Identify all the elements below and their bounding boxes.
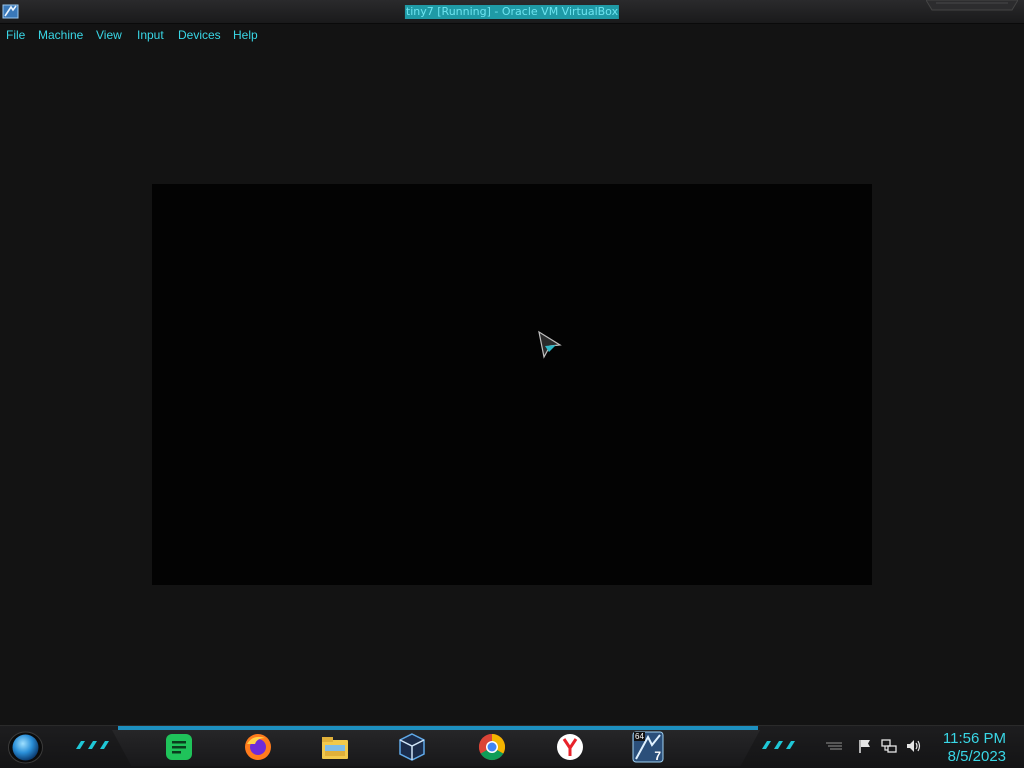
vm-screen[interactable] [152, 184, 872, 585]
network-icon[interactable] [881, 738, 897, 754]
show-hidden-icons-icon[interactable] [824, 738, 844, 754]
vm-badge-7: 7 [654, 749, 661, 763]
yandex-browser-icon[interactable] [555, 732, 585, 762]
clock-time: 11:56 PM [942, 730, 1006, 747]
clock-date: 8/5/2023 [947, 748, 1006, 765]
menu-bar: File Machine View Input Devices Help [0, 24, 1024, 46]
firefox-icon[interactable] [243, 732, 273, 762]
chevron-left-ornament-icon [76, 741, 109, 749]
file-explorer-icon[interactable] [320, 732, 350, 762]
taskbar-glow [118, 726, 758, 730]
menu-view[interactable]: View [96, 28, 122, 42]
window-title: tiny7 [Running] - Oracle VM VirtualBox [404, 5, 620, 19]
notes-app-icon[interactable] [164, 732, 194, 762]
menu-devices[interactable]: Devices [178, 28, 221, 42]
virtualbox-app-icon[interactable] [2, 3, 20, 21]
chevron-right-ornament-icon [762, 741, 795, 749]
virtualbox-icon[interactable] [397, 732, 427, 762]
mouse-cursor-icon [538, 330, 562, 359]
vm-display-area[interactable] [0, 46, 1024, 725]
virtualbox-vm-icon[interactable]: 64 7 [632, 731, 664, 763]
chrome-icon[interactable] [477, 732, 507, 762]
taskbar-clock[interactable]: 11:56 PM 8/5/2023 [943, 730, 1006, 766]
window-controls[interactable] [926, 0, 1018, 12]
start-button-icon[interactable] [7, 731, 44, 764]
action-center-flag-icon[interactable] [857, 738, 873, 754]
volume-icon[interactable] [905, 738, 921, 754]
taskbar: 64 7 11:56 PM 8/5/2023 [0, 725, 1024, 768]
menu-file[interactable]: File [6, 28, 25, 42]
title-bar[interactable]: tiny7 [Running] - Oracle VM VirtualBox [0, 0, 1024, 24]
vm-badge-64: 64 [634, 732, 645, 741]
menu-input[interactable]: Input [137, 28, 164, 42]
menu-help[interactable]: Help [233, 28, 258, 42]
menu-machine[interactable]: Machine [38, 28, 83, 42]
